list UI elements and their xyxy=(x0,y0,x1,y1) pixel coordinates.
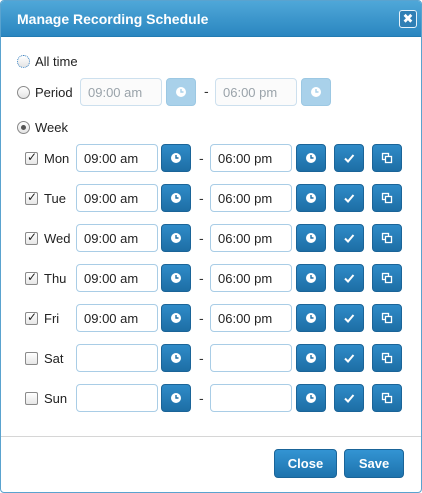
end-time-field[interactable]: 06:00 pm xyxy=(210,304,292,332)
copy-icon[interactable] xyxy=(372,144,402,172)
start-clock-icon[interactable] xyxy=(161,304,191,332)
copy-icon[interactable] xyxy=(372,304,402,332)
end-time-field[interactable]: 06:00 pm xyxy=(210,144,292,172)
day-label: Tue xyxy=(44,191,66,206)
start-time-field[interactable]: 09:00 am xyxy=(76,144,158,172)
time-separator: - xyxy=(199,150,204,166)
checkmark-icon[interactable] xyxy=(334,384,364,412)
end-clock-icon[interactable] xyxy=(296,144,326,172)
period-end-clock-icon[interactable] xyxy=(301,78,331,106)
all-time-radio[interactable] xyxy=(17,55,30,68)
day-checkbox[interactable] xyxy=(25,352,38,365)
day-label: Mon xyxy=(44,151,70,166)
day-checkbox[interactable] xyxy=(25,150,38,165)
copy-icon[interactable] xyxy=(372,184,402,212)
checkmark-icon[interactable] xyxy=(334,224,364,252)
day-checkbox[interactable] xyxy=(25,270,38,285)
checkmark-icon[interactable] xyxy=(334,184,364,212)
day-checkbox[interactable] xyxy=(25,230,38,245)
period-end-field[interactable]: 06:00 pm xyxy=(215,78,297,106)
end-time-field[interactable] xyxy=(210,344,292,372)
start-clock-icon[interactable] xyxy=(161,184,191,212)
time-separator: - xyxy=(199,350,204,366)
copy-icon[interactable] xyxy=(372,264,402,292)
start-clock-icon[interactable] xyxy=(161,344,191,372)
copy-icon[interactable] xyxy=(372,344,402,372)
time-separator: - xyxy=(199,190,204,206)
end-clock-icon[interactable] xyxy=(296,384,326,412)
period-start-clock-icon[interactable] xyxy=(166,78,196,106)
time-separator: - xyxy=(199,310,204,326)
start-time-field[interactable]: 09:00 am xyxy=(76,184,158,212)
dialog-title: Manage Recording Schedule xyxy=(17,11,209,27)
end-clock-icon[interactable] xyxy=(296,224,326,252)
end-clock-icon[interactable] xyxy=(296,184,326,212)
start-time-field[interactable] xyxy=(76,344,158,372)
all-time-label: All time xyxy=(35,54,78,69)
dialog-titlebar: Manage Recording Schedule ✖ xyxy=(1,1,421,37)
start-clock-icon[interactable] xyxy=(161,224,191,252)
start-clock-icon[interactable] xyxy=(161,144,191,172)
end-clock-icon[interactable] xyxy=(296,304,326,332)
close-button[interactable]: Close xyxy=(274,449,337,478)
end-time-field[interactable]: 06:00 pm xyxy=(210,184,292,212)
day-label: Sat xyxy=(44,351,64,366)
period-label: Period xyxy=(35,85,73,100)
start-time-field[interactable]: 09:00 am xyxy=(76,304,158,332)
close-icon[interactable]: ✖ xyxy=(399,10,417,28)
copy-icon[interactable] xyxy=(372,384,402,412)
day-label: Thu xyxy=(44,271,67,286)
footer-divider xyxy=(1,436,421,437)
start-clock-icon[interactable] xyxy=(161,264,191,292)
time-separator: - xyxy=(199,390,204,406)
start-time-field[interactable]: 09:00 am xyxy=(76,264,158,292)
end-time-field[interactable]: 06:00 pm xyxy=(210,224,292,252)
period-start-field[interactable]: 09:00 am xyxy=(80,78,162,106)
time-separator: - xyxy=(199,230,204,246)
checkmark-icon[interactable] xyxy=(334,144,364,172)
checkmark-icon[interactable] xyxy=(334,264,364,292)
start-clock-icon[interactable] xyxy=(161,384,191,412)
week-radio[interactable] xyxy=(17,121,30,134)
day-label: Wed xyxy=(44,231,71,246)
week-label: Week xyxy=(35,120,68,135)
start-time-field[interactable]: 09:00 am xyxy=(76,224,158,252)
day-checkbox[interactable] xyxy=(25,190,38,205)
end-time-field[interactable]: 06:00 pm xyxy=(210,264,292,292)
time-separator: - xyxy=(199,270,204,286)
save-button[interactable]: Save xyxy=(344,449,404,478)
schedule-dialog: Manage Recording Schedule ✖ All time Per… xyxy=(0,0,422,493)
period-radio[interactable] xyxy=(17,86,30,99)
checkmark-icon[interactable] xyxy=(334,304,364,332)
end-clock-icon[interactable] xyxy=(296,344,326,372)
period-separator: - xyxy=(204,83,209,99)
day-label: Fri xyxy=(44,311,60,326)
checkmark-icon[interactable] xyxy=(334,344,364,372)
day-checkbox[interactable] xyxy=(25,310,38,325)
end-time-field[interactable] xyxy=(210,384,292,412)
start-time-field[interactable] xyxy=(76,384,158,412)
copy-icon[interactable] xyxy=(372,224,402,252)
day-label: Sun xyxy=(44,391,68,406)
end-clock-icon[interactable] xyxy=(296,264,326,292)
day-checkbox[interactable] xyxy=(25,392,38,405)
